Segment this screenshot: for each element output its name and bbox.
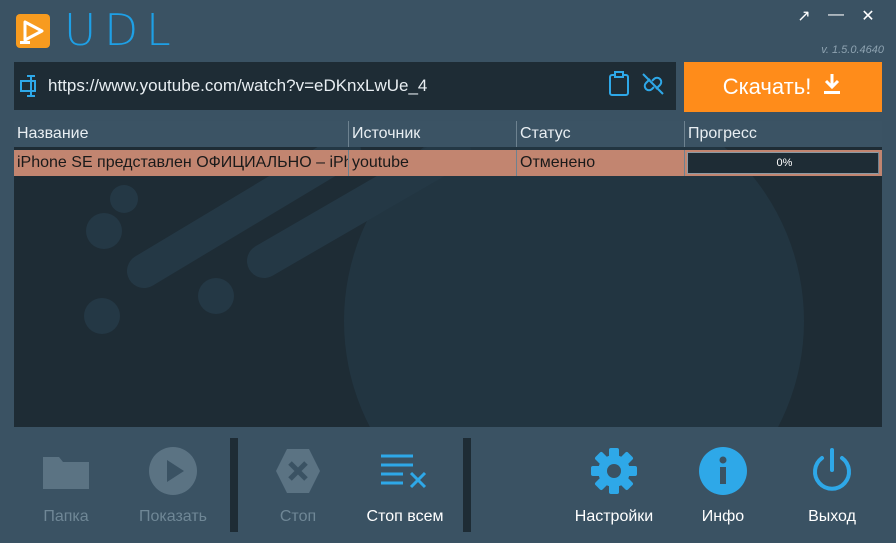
progress-bar: 0% xyxy=(687,152,879,174)
column-name[interactable]: Название xyxy=(14,121,349,147)
row-source: youtube xyxy=(349,150,517,176)
app-logo: UDL xyxy=(16,5,179,56)
info-icon xyxy=(698,446,748,496)
text-cursor-icon xyxy=(14,73,48,99)
exit-button[interactable]: Выход xyxy=(780,430,884,536)
settings-button[interactable]: Настройки xyxy=(562,430,666,536)
url-bar xyxy=(14,62,676,110)
window-controls: ↗ — ✕ xyxy=(796,6,876,26)
row-name: iPhone SE представлен ОФИЦИАЛЬНО – iPhon… xyxy=(14,150,349,176)
folder-icon xyxy=(41,446,91,496)
table-row[interactable]: iPhone SE представлен ОФИЦИАЛЬНО – iPhon… xyxy=(14,150,882,176)
stop-x-icon xyxy=(273,446,323,496)
power-icon xyxy=(807,446,857,496)
logo-text: UDL xyxy=(64,5,179,56)
stop-all-label: Стоп всем xyxy=(366,508,444,525)
exit-label: Выход xyxy=(808,508,856,525)
download-arrow-icon xyxy=(821,72,843,102)
play-icon xyxy=(148,446,198,496)
minimize-icon[interactable]: — xyxy=(828,6,844,26)
close-icon[interactable]: ✕ xyxy=(860,6,876,26)
toolbar: Папка Показать Стоп Стоп всем Настройки … xyxy=(14,430,882,536)
toolbar-separator xyxy=(463,438,471,532)
clipboard-icon[interactable] xyxy=(608,70,630,102)
gear-icon xyxy=(589,446,639,496)
version-label: v. 1.5.0.4640 xyxy=(821,44,884,56)
maximize-icon[interactable]: ↗ xyxy=(796,6,812,26)
url-input[interactable] xyxy=(48,76,608,96)
download-button[interactable]: Скачать! xyxy=(684,62,882,112)
show-button[interactable]: Показать xyxy=(121,430,225,536)
row-progress-cell: 0% xyxy=(685,150,882,176)
stop-button[interactable]: Стоп xyxy=(246,430,350,536)
downloads-table: Название Источник Статус Прогресс iPhone… xyxy=(14,121,882,427)
progress-text: 0% xyxy=(776,157,793,169)
unlink-icon[interactable] xyxy=(640,71,666,102)
logo-play-icon xyxy=(16,14,50,48)
folder-button[interactable]: Папка xyxy=(14,430,118,536)
info-button[interactable]: Инфо xyxy=(671,430,775,536)
stop-label: Стоп xyxy=(279,508,317,525)
info-label: Инфо xyxy=(701,508,745,525)
column-progress[interactable]: Прогресс xyxy=(685,121,882,147)
list-stop-icon xyxy=(379,446,431,496)
table-header: Название Источник Статус Прогресс xyxy=(14,121,882,147)
settings-label: Настройки xyxy=(574,508,654,525)
row-status: Отменено xyxy=(517,150,685,176)
show-label: Показать xyxy=(138,508,207,525)
column-source[interactable]: Источник xyxy=(349,121,517,147)
column-status[interactable]: Статус xyxy=(517,121,685,147)
toolbar-separator xyxy=(230,438,238,532)
download-label: Скачать! xyxy=(722,74,812,99)
stop-all-button[interactable]: Стоп всем xyxy=(353,430,457,536)
folder-label: Папка xyxy=(43,508,89,525)
